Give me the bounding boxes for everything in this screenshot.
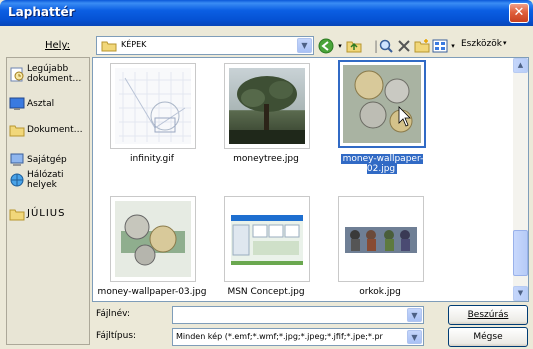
file-browser: infinity.gif moneytree.jpg money-wallpap… [92, 57, 529, 302]
insert-button[interactable]: Beszúrás [448, 305, 528, 325]
views-dropdown-icon[interactable]: ▾ [449, 38, 457, 54]
recent-docs-icon [10, 67, 24, 82]
image-preview [229, 68, 305, 144]
place-label: Dokument… [27, 125, 83, 135]
file-name-selected[interactable]: money-wallpaper-02.jpg [327, 154, 437, 174]
chevron-down-icon[interactable]: ▼ [407, 330, 422, 344]
filename-input[interactable]: ▼ [172, 306, 424, 324]
new-folder-icon[interactable] [414, 38, 430, 54]
filetype-dropdown[interactable]: Minden kép (*.emf;*.wmf;*.jpg;*.jpeg;*.j… [172, 328, 424, 346]
place-desktop[interactable]: Asztal [9, 96, 89, 112]
insert-button-label: Beszúrás [467, 310, 509, 320]
place-my-computer[interactable]: Sajátgép [9, 152, 89, 168]
views-icon[interactable] [432, 38, 448, 54]
file-thumbnail[interactable] [338, 196, 424, 282]
filetype-value: Minden kép (*.emf;*.wmf;*.jpg;*.jpeg;*.j… [176, 332, 383, 341]
back-dropdown-icon[interactable]: ▾ [336, 38, 344, 54]
file-thumbnail[interactable] [110, 63, 196, 149]
my-computer-icon [10, 153, 24, 166]
scroll-down-icon[interactable]: ▼ [513, 286, 528, 301]
image-preview [229, 201, 305, 277]
scroll-up-icon[interactable]: ▲ [513, 58, 528, 73]
place-label: Asztal [27, 99, 55, 109]
file-dialog: Laphattér ✕ Hely: KÉPEK ▼ ▾ | ▾ Eszközök… [0, 0, 533, 349]
file-thumbnail[interactable] [224, 63, 310, 149]
tools-menu-label: Eszközök [461, 39, 502, 49]
location-value: KÉPEK [121, 40, 147, 49]
search-web-icon[interactable] [378, 38, 394, 54]
tools-dropdown-icon: ▾ [502, 39, 507, 47]
file-thumbnail[interactable] [110, 196, 196, 282]
place-julius[interactable]: JÚLIUS [9, 206, 89, 222]
folder-icon [9, 209, 25, 221]
title-bar[interactable]: Laphattér ✕ [0, 0, 533, 26]
vertical-scrollbar[interactable]: ▲ ▼ [513, 58, 528, 301]
filename-label: Fájlnév: [96, 309, 130, 319]
file-name[interactable]: moneytree.jpg [211, 154, 321, 164]
file-name[interactable]: MSN Concept.jpg [211, 287, 321, 297]
file-name[interactable]: infinity.gif [97, 154, 207, 164]
network-places-icon [10, 173, 24, 187]
image-preview [343, 65, 421, 143]
cancel-button-label: Mégse [473, 332, 503, 342]
file-name[interactable]: orkok.jpg [325, 287, 435, 297]
filetype-label: Fájltípus: [96, 331, 137, 341]
delete-icon[interactable] [396, 38, 412, 54]
up-folder-icon[interactable] [346, 38, 362, 54]
scroll-thumb[interactable] [513, 230, 528, 276]
place-my-documents[interactable]: Dokument… [9, 122, 89, 138]
location-dropdown[interactable]: KÉPEK ▼ [96, 36, 314, 55]
window-title: Laphattér [8, 5, 75, 19]
my-documents-icon [9, 125, 25, 137]
file-name[interactable]: money-wallpaper-03.jpg [97, 287, 207, 297]
image-preview [115, 68, 191, 144]
chevron-down-icon[interactable]: ▼ [407, 308, 422, 322]
file-thumbnail[interactable] [224, 196, 310, 282]
image-preview [115, 201, 191, 277]
tools-menu[interactable]: Eszközök ▾ [461, 39, 506, 49]
close-icon: ✕ [513, 5, 525, 20]
image-preview [343, 201, 419, 277]
folder-icon [101, 41, 117, 52]
place-label: Sajátgép [27, 155, 67, 165]
places-bar: Legújabb dokument… Asztal Dokument… Sajá… [6, 57, 90, 345]
place-label: Legújabb dokument… [27, 64, 82, 84]
place-label: Hálózati helyek [27, 170, 64, 190]
chevron-down-icon[interactable]: ▼ [297, 38, 312, 53]
back-icon[interactable] [318, 38, 334, 54]
close-button[interactable]: ✕ [509, 3, 529, 23]
location-label: Hely: [45, 40, 71, 51]
desktop-icon [9, 97, 25, 110]
file-thumbnail-selected[interactable] [338, 60, 426, 148]
place-recent-documents[interactable]: Legújabb dokument… [9, 64, 89, 84]
place-network[interactable]: Hálózati helyek [9, 170, 89, 190]
cancel-button[interactable]: Mégse [448, 327, 528, 347]
place-label: JÚLIUS [27, 208, 66, 219]
